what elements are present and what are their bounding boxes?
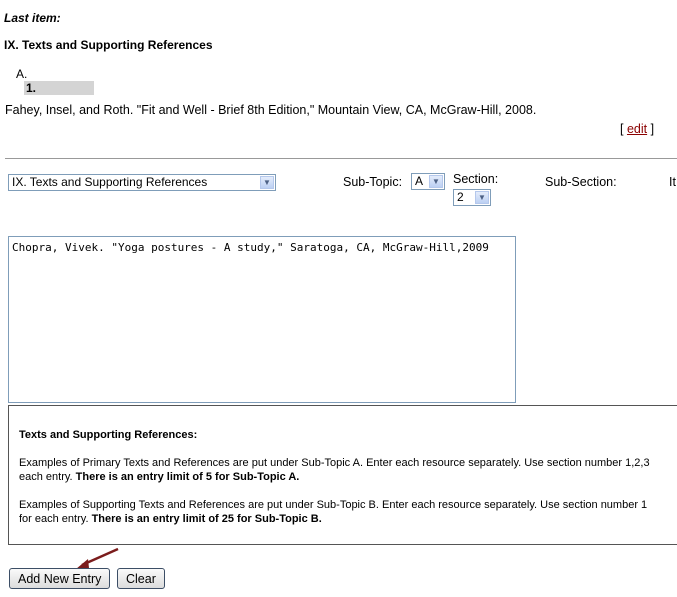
- info-p2-line2: for each entry. There is an entry limit …: [19, 513, 322, 525]
- subtopic-letter: A.: [16, 67, 28, 81]
- subsection-label: Sub-Section:: [545, 175, 617, 189]
- info-p1-line1: Examples of Primary Texts and References…: [19, 457, 650, 469]
- chevron-down-icon: ▼: [260, 176, 274, 189]
- info-p2-text: for each entry.: [19, 513, 92, 525]
- subtopic-label: Sub-Topic:: [343, 175, 403, 189]
- edit-group: [ edit ]: [620, 122, 654, 136]
- info-p2-limit: There is an entry limit of 25 for Sub-To…: [91, 513, 322, 525]
- section-label: Section:: [453, 172, 499, 186]
- info-heading: Texts and Supporting References:: [19, 429, 198, 441]
- info-p1-limit: There is an entry limit of 5 for Sub-Top…: [75, 471, 300, 483]
- section-select-value: 2: [457, 190, 464, 204]
- topic-select[interactable]: IX. Texts and Supporting References ▼: [8, 174, 276, 191]
- add-new-entry-button[interactable]: Add New Entry: [9, 568, 111, 589]
- edit-link[interactable]: edit: [627, 122, 647, 136]
- section-number: 1.: [24, 81, 94, 95]
- chevron-down-icon: ▼: [475, 191, 489, 204]
- last-item-label: Last item:: [4, 11, 61, 25]
- section-select[interactable]: 2 ▼: [453, 189, 491, 206]
- clear-button[interactable]: Clear: [117, 568, 165, 589]
- topic-select-value: IX. Texts and Supporting References: [12, 175, 208, 189]
- bracket-close: ]: [650, 122, 655, 136]
- info-p1-text: each entry.: [19, 471, 76, 483]
- info-p1-line2: each entry. There is an entry limit of 5…: [19, 471, 299, 483]
- divider: [5, 158, 677, 159]
- subtopic-select-value: A: [415, 174, 424, 188]
- info-box: Texts and Supporting References: Example…: [8, 405, 677, 545]
- item-label: It: [669, 175, 676, 189]
- bracket-open: [: [620, 122, 624, 136]
- info-p2-line1: Examples of Supporting Texts and Referen…: [19, 499, 648, 511]
- entry-textarea[interactable]: Chopra, Vivek. "Yoga postures - A study,…: [8, 236, 516, 403]
- reference-text: Fahey, Insel, and Roth. "Fit and Well - …: [5, 103, 537, 117]
- chevron-down-icon: ▼: [429, 175, 443, 188]
- last-item-title: IX. Texts and Supporting References: [4, 38, 213, 52]
- subtopic-select[interactable]: A ▼: [411, 173, 445, 190]
